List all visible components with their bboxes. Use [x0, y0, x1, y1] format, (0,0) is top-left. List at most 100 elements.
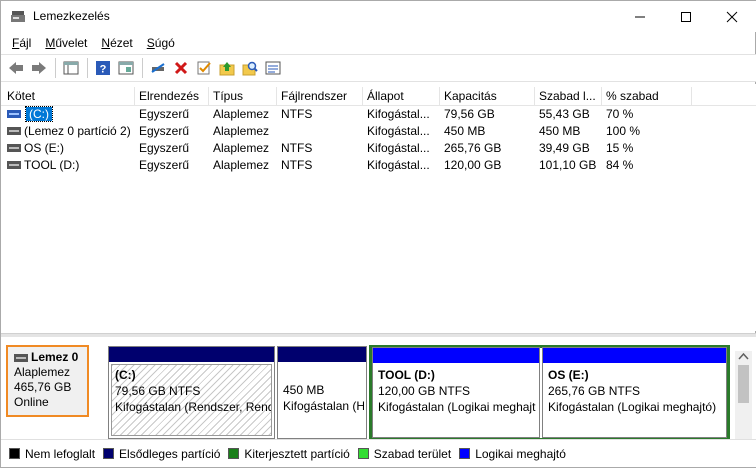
volume-name: TOOL (D:): [24, 158, 80, 172]
logical-drive-bar: [373, 348, 539, 363]
checklist-button[interactable]: [193, 57, 215, 79]
partition-size: 79,56 GB NTFS: [115, 384, 201, 398]
menu-file[interactable]: Fájl: [5, 32, 38, 54]
open-folder-up-button[interactable]: [216, 57, 238, 79]
partition-c[interactable]: (C:) 79,56 GB NTFS Kifogástalan (Rendsze…: [108, 346, 275, 439]
capacity-cell: 265,76 GB: [444, 141, 502, 155]
partition-os-e[interactable]: OS (E:) 265,76 GB NTFS Kifogástalan (Log…: [542, 347, 727, 438]
window-title: Lemezkezelés: [33, 9, 110, 23]
menu-action[interactable]: Művelet: [38, 32, 94, 54]
type-cell: Alaplemez: [213, 158, 270, 172]
help-button[interactable]: ?: [92, 57, 114, 79]
connect-icon: [151, 63, 165, 73]
connect-button[interactable]: [147, 57, 169, 79]
menu-bar: Fájl Művelet Nézet Súgó: [1, 32, 756, 54]
partition-recovery[interactable]: 450 MB Kifogástalan (H: [277, 346, 367, 439]
back-icon: [9, 62, 23, 74]
legend-swatch: [228, 448, 240, 459]
column-header-type[interactable]: Típus: [209, 87, 277, 105]
percent-free-cell: 84 %: [606, 158, 634, 172]
search-folder-button[interactable]: [239, 57, 261, 79]
status-cell: Kifogástal...: [367, 141, 430, 155]
console-tree-button[interactable]: [60, 57, 82, 79]
partition-status: Kifogástalan (Logikai meghajtó): [548, 400, 717, 414]
delete-button[interactable]: [170, 57, 192, 79]
toolbar-separator: [87, 58, 88, 78]
properties-view-button[interactable]: [115, 57, 137, 79]
type-cell: Alaplemez: [213, 141, 270, 155]
partition-tool-d[interactable]: TOOL (D:) 120,00 GB NTFS Kifogástalan (L…: [372, 347, 540, 438]
table-row[interactable]: (Lemez 0 partíció 2) Egyszerű Alaplemez …: [1, 123, 756, 140]
drive-icon: [7, 109, 21, 118]
status-cell: Kifogástal...: [367, 107, 430, 121]
free-space-cell: 450 MB: [539, 124, 581, 138]
disk-name: Lemez 0: [14, 350, 81, 365]
disk-icon: [14, 353, 28, 362]
legend-item: Szabad terület: [357, 447, 451, 461]
filesystem-cell: NTFS: [281, 107, 313, 121]
legend-bar: Nem lefoglalt Elsődleges partíció Kiterj…: [1, 439, 756, 467]
legend-item: Logikai meghajtó: [459, 447, 566, 461]
partition-status: Kifogástalan (Rendszer, Rend: [115, 400, 272, 414]
status-cell: Kifogástal...: [367, 158, 430, 172]
console-tree-icon: [63, 61, 79, 75]
search-folder-icon: [242, 61, 258, 76]
column-header-percent-free[interactable]: % szabad: [602, 87, 692, 105]
legend-label: Logikai meghajtó: [475, 446, 566, 461]
partition-status: Kifogástalan (H: [283, 399, 364, 413]
partition-tool-d-body: TOOL (D:) 120,00 GB NTFS Kifogástalan (L…: [375, 365, 537, 435]
legend-label: Elsődleges partíció: [119, 446, 221, 461]
list-view-button[interactable]: [262, 57, 284, 79]
volume-name-cell: OS (E:): [3, 140, 135, 157]
filesystem-cell: NTFS: [281, 158, 313, 172]
partition-size: 450 MB: [283, 383, 325, 397]
help-icon: ?: [96, 61, 110, 76]
table-row[interactable]: TOOL (D:) Egyszerű Alaplemez NTFS Kifogá…: [1, 157, 756, 174]
free-space-cell: 55,43 GB: [539, 107, 590, 121]
drive-icon: [7, 160, 21, 169]
column-header-volume[interactable]: Kötet: [3, 87, 135, 105]
type-cell: Alaplemez: [213, 124, 270, 138]
partition-title: OS (E:): [548, 368, 589, 382]
scrollbar-thumb[interactable]: [738, 365, 749, 403]
column-header-layout[interactable]: Elrendezés: [135, 87, 209, 105]
column-header-free-space[interactable]: Szabad l...: [535, 87, 602, 105]
capacity-cell: 79,56 GB: [444, 107, 495, 121]
partition-title: [283, 366, 361, 382]
volume-list: Kötet Elrendezés Típus Fájlrendszer Álla…: [1, 84, 756, 331]
layout-cell: Egyszerű: [139, 158, 190, 172]
toolbar: ?: [1, 54, 756, 82]
partition-status: Kifogástalan (Logikai meghajt: [378, 400, 536, 414]
legend-item: Kiterjesztett partíció: [228, 447, 350, 461]
percent-free-cell: 15 %: [606, 141, 634, 155]
capacity-cell: 450 MB: [444, 124, 486, 138]
close-button[interactable]: [709, 1, 755, 32]
partition-size: 120,00 GB NTFS: [378, 384, 471, 398]
volume-name: (Lemez 0 partíció 2): [24, 124, 131, 138]
partition-size: 265,76 GB NTFS: [548, 384, 641, 398]
forward-button[interactable]: [28, 57, 50, 79]
menu-help[interactable]: Súgó: [140, 32, 182, 54]
delete-icon: [174, 61, 188, 75]
title-bar: Lemezkezelés: [1, 1, 756, 32]
layout-cell: Egyszerű: [139, 124, 190, 138]
filesystem-cell: NTFS: [281, 141, 313, 155]
partition-title: (C:): [115, 368, 136, 382]
checklist-icon: [197, 61, 211, 75]
table-row[interactable]: OS (E:) Egyszerű Alaplemez NTFS Kifogást…: [1, 140, 756, 157]
minimize-button[interactable]: [617, 1, 663, 32]
back-button[interactable]: [5, 57, 27, 79]
column-header-capacity[interactable]: Kapacitás: [440, 87, 535, 105]
legend-item: Nem lefoglalt: [9, 447, 95, 461]
menu-view[interactable]: Nézet: [94, 32, 139, 54]
disk-0-label[interactable]: Lemez 0 Alaplemez 465,76 GB Online: [6, 345, 89, 417]
partition-recovery-body: 450 MB Kifogástalan (H: [280, 364, 364, 436]
percent-free-cell: 70 %: [606, 107, 634, 121]
column-header-status[interactable]: Állapot: [363, 87, 440, 105]
maximize-button[interactable]: [663, 1, 709, 32]
disk-management-window: Lemezkezelés Fájl Művelet Nézet Súgó ? K…: [0, 0, 756, 468]
table-row[interactable]: (C:) Egyszerű Alaplemez NTFS Kifogástal.…: [1, 106, 756, 123]
percent-free-cell: 100 %: [606, 124, 641, 138]
logical-drive-bar: [543, 348, 726, 363]
column-header-filesystem[interactable]: Fájlrendszer: [277, 87, 363, 105]
